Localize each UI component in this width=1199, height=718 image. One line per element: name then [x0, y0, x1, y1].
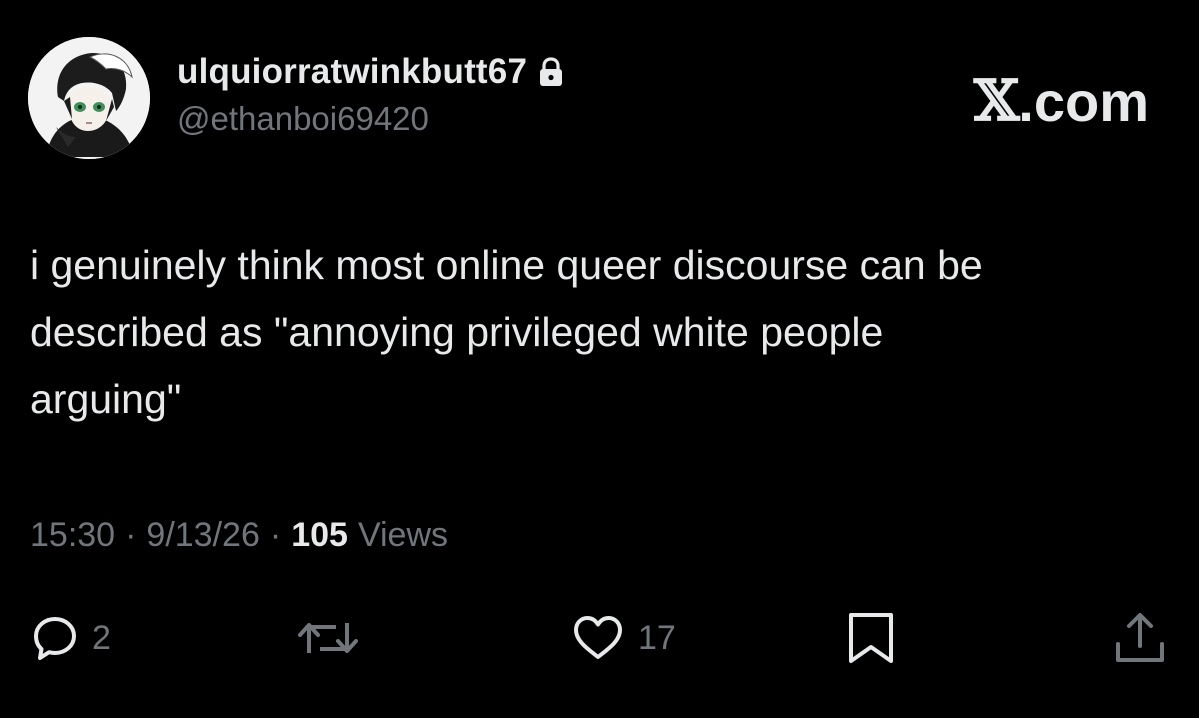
share-button[interactable] [1112, 608, 1168, 668]
display-name-row: ulquiorratwinkbutt67 [177, 50, 565, 94]
bookmark-button[interactable] [846, 608, 896, 668]
repost-button[interactable] [296, 608, 360, 668]
like-count: 17 [638, 618, 676, 657]
tweet-date[interactable]: 9/13/26 [146, 516, 259, 555]
lock-icon [537, 56, 565, 88]
tweet-card: ulquiorratwinkbutt67 @ethanboi69420 𝕏 .c… [0, 0, 1199, 718]
tweet-time[interactable]: 15:30 [30, 516, 115, 555]
like-button[interactable]: 17 [570, 608, 676, 668]
views-count: 105 [291, 516, 348, 554]
meta-separator: · [269, 516, 282, 554]
bookmark-icon [849, 613, 893, 663]
brand-domain: .com [1018, 69, 1149, 133]
x-com-logo: 𝕏 .com [973, 68, 1149, 134]
tweet-meta: 15:30 · 9/13/26 · 105 Views [30, 516, 448, 555]
meta-separator: · [125, 516, 137, 554]
avatar-illustration [28, 37, 150, 159]
reply-icon [34, 617, 76, 660]
user-handle[interactable]: @ethanboi69420 [177, 100, 565, 138]
author-names: ulquiorratwinkbutt67 @ethanboi69420 [177, 50, 565, 138]
tweet-text: i genuinely think most online queer disc… [30, 242, 983, 422]
reply-count: 2 [92, 618, 111, 657]
share-icon [1116, 613, 1164, 662]
reply-button[interactable]: 2 [30, 608, 111, 668]
repost-icon [298, 623, 358, 653]
action-bar: 2 17 [0, 608, 1199, 668]
views-label: Views [357, 516, 449, 554]
heart-icon [574, 616, 622, 659]
avatar[interactable] [28, 37, 150, 159]
x-logo-icon: 𝕏 [973, 68, 1020, 134]
display-name[interactable]: ulquiorratwinkbutt67 [177, 52, 527, 92]
